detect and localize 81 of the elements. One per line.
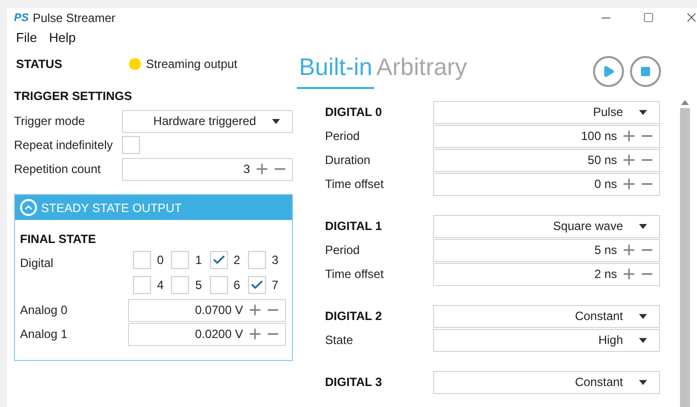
field-label: Analog 0 (20, 302, 68, 319)
channel-number: 4 (157, 277, 164, 294)
field-label: Duration (325, 152, 372, 169)
caret-icon (639, 314, 647, 318)
checkbox[interactable] (122, 136, 140, 154)
plus-icon[interactable] (254, 161, 270, 177)
plus-icon[interactable] (621, 242, 637, 258)
section-title: TRIGGER SETTINGS (14, 88, 134, 105)
channel-title: DIGITAL 2 (325, 308, 383, 325)
channel-title: DIGITAL 3 (325, 374, 383, 391)
status-label: STATUS (16, 56, 64, 73)
checkbox[interactable] (171, 251, 190, 269)
channel-number: 5 (195, 277, 202, 294)
checkbox[interactable] (248, 251, 266, 269)
caret-icon (639, 224, 647, 228)
dropdown[interactable]: Hardware triggered (122, 110, 293, 132)
plus-icon[interactable] (621, 128, 637, 144)
dropdown[interactable]: Pulse (433, 100, 660, 124)
channel-title: DIGITAL 1 (325, 218, 383, 235)
channel-number: 2 (234, 252, 240, 269)
channel-number: 3 (272, 252, 278, 269)
spinner-field[interactable]: 5 ns (433, 238, 660, 262)
caret-icon (272, 118, 280, 124)
spinner-field[interactable]: 2 ns (433, 262, 660, 286)
checkbox[interactable] (248, 276, 266, 294)
plus-icon[interactable] (621, 266, 637, 282)
collapse-icon[interactable] (20, 199, 37, 216)
stop-icon (640, 66, 651, 76)
menu-item[interactable]: File (16, 28, 37, 47)
scrollbar[interactable] (679, 100, 691, 407)
play-button[interactable] (593, 56, 624, 86)
field-label: Digital (20, 255, 54, 272)
scrollbar-thumb[interactable] (680, 108, 690, 407)
plus-icon[interactable] (621, 152, 637, 168)
field-label: Period (325, 128, 361, 145)
spinner-field[interactable]: 3 (122, 158, 293, 180)
channel-title: DIGITAL 0 (325, 104, 383, 121)
status-text: Streaming output (146, 56, 238, 73)
channel-number: 6 (234, 277, 240, 294)
spinner-field[interactable]: 50 ns (433, 148, 660, 172)
dropdown[interactable]: Square wave (433, 214, 660, 238)
channel-number: 7 (272, 277, 278, 294)
field-label: Time offset (325, 266, 385, 283)
channel-number: 0 (157, 252, 164, 269)
maximize-icon[interactable] (643, 12, 654, 24)
scroll-up-icon[interactable] (681, 100, 689, 105)
checkbox[interactable] (133, 251, 151, 269)
checkbox[interactable] (210, 276, 228, 294)
field-label: Period (325, 242, 361, 259)
checkbox[interactable] (133, 276, 151, 294)
check-icon (212, 253, 226, 267)
field-label: Time offset (325, 176, 385, 193)
channel-number: 1 (195, 252, 202, 269)
field-label: Analog 1 (20, 326, 68, 343)
plus-icon[interactable] (247, 302, 263, 318)
checkbox[interactable] (171, 276, 190, 294)
caret-icon (639, 110, 647, 114)
spinner-field[interactable]: 100 ns (433, 124, 660, 148)
caret-icon (639, 380, 647, 384)
spinner-field[interactable]: 0.0700 V (128, 298, 286, 322)
checkbox[interactable] (210, 251, 228, 269)
check-icon (250, 278, 264, 292)
field-label: State (325, 332, 354, 349)
section-title: FINAL STATE (20, 231, 97, 248)
app-logo: PS (14, 10, 29, 26)
menu-item[interactable]: Help (48, 28, 76, 47)
window-title: Pulse Streamer (32, 10, 116, 27)
plus-icon[interactable] (247, 326, 263, 342)
plus-icon[interactable] (621, 176, 637, 192)
field-label: Trigger mode (14, 113, 86, 130)
dropdown[interactable]: Constant (433, 370, 660, 394)
spinner-field[interactable]: 0 ns (433, 172, 660, 196)
field-label: Repetition count (14, 161, 102, 178)
dropdown[interactable]: Constant (433, 304, 660, 328)
play-icon (602, 64, 615, 78)
field-label: Repeat indefinitely (14, 137, 114, 154)
stop-button[interactable] (630, 56, 661, 86)
dropdown[interactable]: High (433, 328, 660, 352)
caret-icon (639, 338, 647, 342)
spinner-field[interactable]: 0.0200 V (128, 322, 286, 346)
panel-title: STEADY STATE OUTPUT (41, 200, 182, 216)
